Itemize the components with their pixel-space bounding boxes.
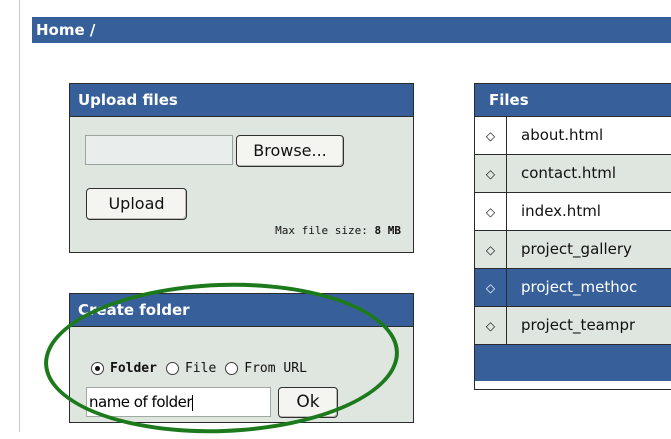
max-file-size-note: Max file size: 8 MB: [275, 224, 401, 237]
file-name[interactable]: project_teampr: [507, 307, 635, 344]
upload-button[interactable]: Upload: [86, 188, 187, 220]
file-row[interactable]: ◇ project_gallery: [475, 231, 671, 269]
max-file-size-label: Max file size:: [275, 224, 368, 237]
create-folder-panel: Create folder Folder File From URL name …: [69, 293, 414, 423]
folder-name-input[interactable]: name of folder: [86, 387, 271, 417]
create-type-options: Folder File From URL: [91, 358, 316, 378]
radio-folder[interactable]: [91, 361, 104, 375]
file-name[interactable]: about.html: [507, 117, 603, 154]
upload-panel: Upload files Browse... Upload Max file s…: [69, 83, 414, 253]
radio-file[interactable]: [165, 361, 179, 375]
max-file-size-value: 8 MB: [374, 224, 402, 237]
breadcrumb: Home /: [32, 17, 671, 43]
file-name[interactable]: index.html: [507, 193, 601, 230]
files-panel: Files ◇ about.html ◇ contact.html ◇ inde…: [474, 83, 671, 390]
diamond-outline-icon: ◇: [475, 193, 507, 230]
radio-from-url[interactable]: [225, 361, 239, 375]
create-folder-title: Create folder: [70, 294, 413, 327]
files-panel-footer: [475, 345, 671, 381]
file-row[interactable]: ◇ project_teampr: [475, 307, 671, 345]
file-row[interactable]: ◇ about.html: [475, 117, 671, 155]
diamond-outline-icon: ◇: [475, 307, 507, 344]
radio-file-label[interactable]: File: [185, 361, 216, 376]
radio-folder-label[interactable]: Folder: [110, 361, 157, 376]
upload-panel-title: Upload files: [70, 84, 413, 117]
file-path-input[interactable]: [85, 135, 233, 165]
file-name[interactable]: contact.html: [507, 155, 616, 192]
text-caret: [192, 394, 194, 411]
file-manager: Home / Upload files Browse... Upload Max…: [0, 0, 671, 439]
file-name[interactable]: project_methoc: [507, 269, 637, 306]
file-row[interactable]: ◇ index.html: [475, 193, 671, 231]
file-row[interactable]: ◇ contact.html: [475, 155, 671, 193]
breadcrumb-home-link[interactable]: Home /: [36, 21, 95, 39]
ok-button[interactable]: Ok: [278, 387, 338, 418]
file-row-selected[interactable]: ◇ project_methoc: [475, 269, 671, 307]
browse-button[interactable]: Browse...: [236, 135, 344, 167]
diamond-outline-icon: ◇: [475, 231, 507, 268]
file-name[interactable]: project_gallery: [507, 231, 632, 268]
diamond-outline-icon: ◇: [475, 269, 507, 306]
diamond-outline-icon: ◇: [475, 117, 507, 154]
radio-from-url-label[interactable]: From URL: [244, 361, 307, 376]
diamond-outline-icon: ◇: [475, 155, 507, 192]
files-panel-title: Files: [475, 84, 671, 117]
folder-name-value: name of folder: [89, 393, 193, 411]
